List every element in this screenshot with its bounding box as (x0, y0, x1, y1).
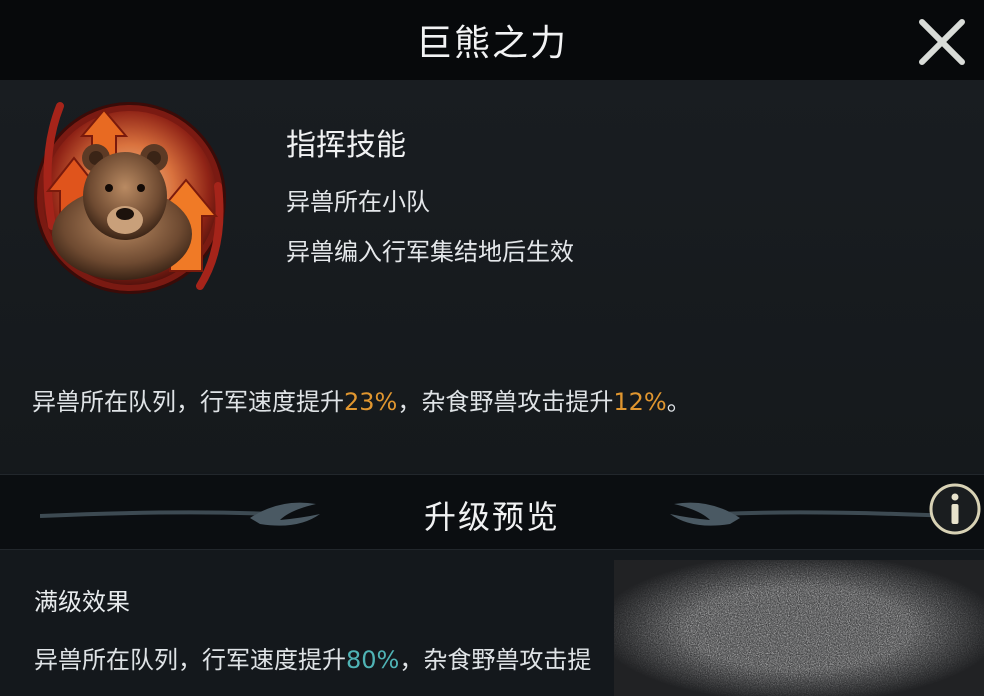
max-effect-prefix: 异兽所在队列，行军速度提升 (34, 646, 346, 674)
speed-bonus-value: 23% (344, 388, 398, 416)
attack-bonus-value: 12% (613, 388, 667, 416)
info-icon[interactable] (928, 482, 982, 536)
max-level-label: 满级效果 (34, 588, 130, 616)
page-title: 巨熊之力 (415, 23, 568, 64)
skill-type-label: 指挥技能 (286, 128, 406, 163)
bear-skill-icon (34, 102, 226, 294)
effect-suffix: 。 (666, 388, 691, 416)
max-effect-middle: ，杂食野兽攻击提 (399, 646, 592, 674)
max-effect-text: 异兽所在队列，行军速度提升80%，杂食野兽攻击提 (34, 640, 591, 675)
skill-scope: 异兽所在小队 (286, 188, 430, 216)
watermark-noise (614, 560, 984, 696)
skill-condition: 异兽编入行军集结地后生效 (286, 238, 574, 266)
effect-prefix: 异兽所在队列，行军速度提升 (32, 388, 344, 416)
right-wing-ornament (670, 502, 950, 526)
close-icon[interactable] (914, 14, 970, 70)
effect-middle: ，杂食野兽攻击提升 (397, 388, 614, 416)
current-effect-text: 异兽所在队列，行军速度提升23%，杂食野兽攻击提升12%。 (32, 382, 691, 417)
max-speed-bonus-value: 80% (346, 646, 400, 674)
